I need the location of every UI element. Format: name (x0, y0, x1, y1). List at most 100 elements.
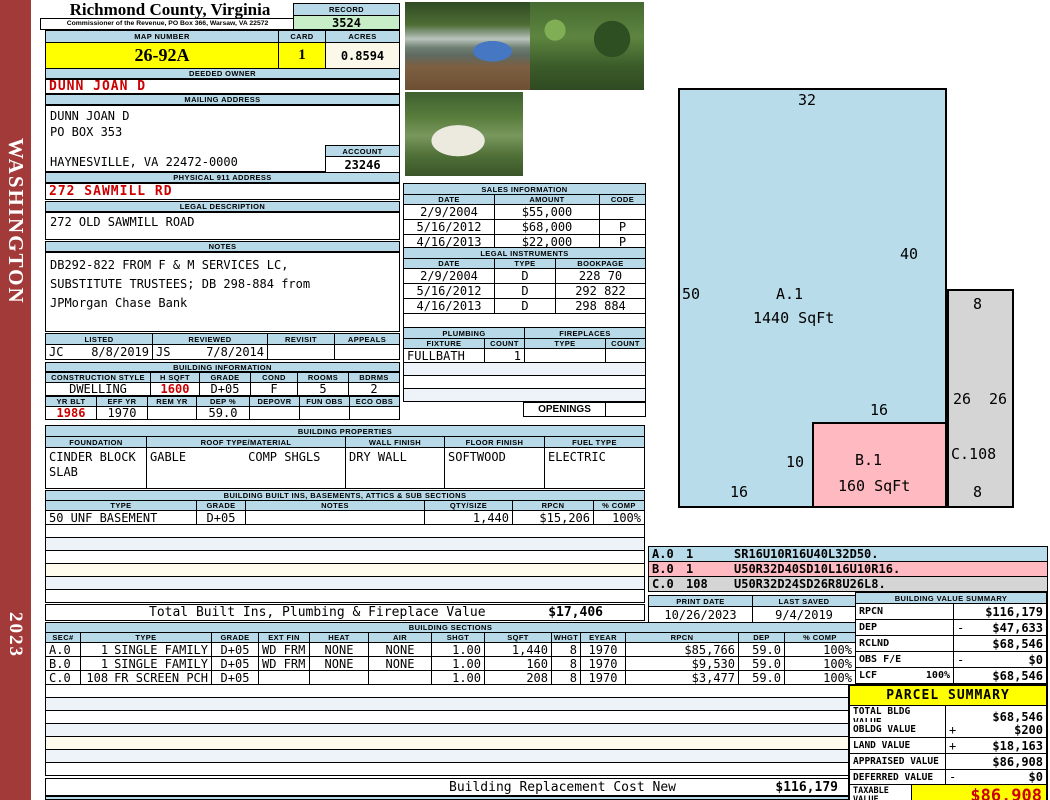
fuel-type-label: FUEL TYPE (545, 437, 644, 447)
vs-amount: $68,546 (992, 636, 1043, 651)
building-sections-header: BUILDING SECTIONS (46, 623, 855, 632)
bs-dep-label: DEP (739, 633, 784, 642)
map-number-value: 26-92A (46, 43, 278, 68)
roof-material-value: COMP SHGLS (248, 450, 321, 464)
dim-c-right: 26 (989, 390, 1008, 408)
plumbing-fireplaces-table: PLUMBING FIREPLACES FIXTURE COUNT TYPE C… (403, 327, 646, 402)
sales-row-amount: $68,000 (495, 220, 599, 234)
effyr-label: EFF YR (97, 397, 147, 406)
legend-row-a: A.0 1 SR16U10R16U40L32D50. (649, 547, 1047, 561)
legend-count: 1 (686, 547, 694, 561)
bs-row-air: NONE (369, 643, 431, 656)
depovr-label: DEPOVR (250, 397, 299, 406)
fixture-count-label: COUNT (485, 339, 524, 348)
instrument-empty-row (404, 314, 645, 327)
legend-sec: B.0 (652, 562, 674, 576)
fixture-value: FULLBATH (404, 349, 484, 362)
bs-extfin-label: EXT FIN (259, 633, 309, 642)
bs-row-grade: D+05 (212, 671, 258, 684)
bs-row-eyear: 1970 (581, 657, 625, 670)
ps-sign: - (949, 770, 957, 784)
taxable-value-row: TAXABLE VALUE $86,908 (850, 785, 1046, 800)
notes-header: NOTES (45, 241, 400, 252)
bs-row-heat (310, 671, 368, 684)
card-label: CARD (279, 31, 325, 42)
openings-count (606, 403, 645, 416)
sales-row-date: 5/16/2012 (404, 220, 494, 234)
grade-label: GRADE (200, 373, 250, 382)
building-info-table-2: YR BLT EFF YR REM YR DEP % DEPOVR FUN OB… (45, 396, 400, 420)
sales-amount-label: AMOUNT (495, 195, 599, 204)
replacement-cost-label: Building Replacement Cost New (449, 779, 676, 795)
bs-row-shgt: 1.00 (432, 657, 484, 670)
reviewed-date: 7/8/2014 (206, 345, 264, 359)
listed-date: 8/8/2019 (91, 345, 149, 359)
appeals-label: APPEALS (335, 334, 399, 344)
vs-value: $116,179 (954, 604, 1046, 619)
hsqft-label: H SQFT (151, 373, 199, 382)
bs-row-count: 108 (86, 671, 109, 684)
roof-value: GABLE COMP SHGLS (147, 448, 345, 488)
cond-label: COND (251, 373, 297, 382)
bs-row-count: 1 (100, 657, 109, 670)
vs-value: $68,546 (954, 636, 1046, 651)
property-photo-front[interactable] (405, 2, 530, 90)
built-ins-empty-row (46, 551, 644, 563)
floor-finish-label: FLOOR FINISH (445, 437, 544, 447)
foundation-value: CINDER BLOCK SLAB (46, 448, 146, 488)
fixture-label: FIXTURE (404, 339, 484, 348)
plumbing-empty-row (404, 389, 645, 401)
funobs-value (300, 407, 349, 419)
bs-row-dep: 59.0 (739, 643, 784, 656)
page-subtitle: Commissioner of the Revenue, PO Box 366,… (40, 18, 295, 30)
vs-amount: $68,546 (992, 668, 1043, 683)
bs-row-type: 1 SINGLE FAMILY (81, 657, 211, 670)
vs-label-text: DEP (859, 622, 878, 633)
sales-row-code: P (600, 220, 645, 234)
bs-row-type-name: SINGLE FAMILY (114, 643, 208, 656)
instrument-row-bookpage: 228 70 (556, 269, 645, 283)
bs-whgt-label: WHGT (552, 633, 580, 642)
ps-value: + $18,163 (946, 738, 1046, 753)
roof-type-value: GABLE (150, 450, 187, 464)
record-value: 3524 (294, 16, 399, 29)
property-photo-trees[interactable] (530, 2, 644, 90)
bs-empty-row (46, 685, 855, 697)
bs-row-heat: NONE (310, 657, 368, 670)
vs-value: - $47,633 (954, 620, 1046, 635)
built-ins-rpcn-label: RPCN (513, 501, 593, 510)
remyr-value (148, 407, 196, 419)
wall-finish-value: DRY WALL (346, 448, 444, 488)
listed-value: JC 8/8/2019 (46, 345, 152, 359)
acres-value: 0.8594 (326, 43, 399, 68)
bs-row-rpcn: $85,766 (626, 643, 738, 656)
building-properties-header: BUILDING PROPERTIES (46, 426, 644, 436)
ecoobs-label: ECO OBS (350, 397, 399, 406)
bottom-strip (45, 796, 856, 800)
effyr-value: 1970 (97, 407, 147, 419)
construction-style-label: CONSTRUCTION STYLE (46, 373, 150, 382)
instrument-bookpage-label: BOOKPAGE (556, 259, 645, 268)
bs-row-eyear: 1970 (581, 643, 625, 656)
ps-amount: $0 (1028, 770, 1043, 784)
last-saved-value: 9/4/2019 (753, 607, 855, 622)
ps-label: LAND VALUE (850, 738, 945, 753)
dep-pct-label: DEP % (197, 397, 249, 406)
dim-b-left: 10 (786, 453, 805, 471)
legend-sec: C.0 (652, 577, 674, 591)
bs-shgt-label: SHGT (432, 633, 484, 642)
funobs-label: FUN OBS (300, 397, 349, 406)
built-ins-header: BUILDING BUILT INS, BASEMENTS, ATTICS & … (46, 491, 644, 500)
appeals-value (335, 345, 399, 359)
bs-air-label: AIR (369, 633, 431, 642)
construction-style-value: DWELLING (46, 383, 150, 395)
bs-row-comp: 100% (785, 657, 855, 670)
bs-empty-row (46, 724, 855, 736)
ps-row: TOTAL BLDG VALUE $68,546 (850, 706, 1046, 728)
vs-label: RPCN (856, 604, 953, 619)
plumbing-empty-row (404, 363, 645, 375)
property-photo-side[interactable] (405, 92, 523, 176)
bs-row-whgt: 8 (552, 671, 580, 684)
plumbing-empty-row (404, 376, 645, 388)
built-ins-total-row: Total Built Ins, Plumbing & Fireplace Va… (45, 604, 645, 621)
